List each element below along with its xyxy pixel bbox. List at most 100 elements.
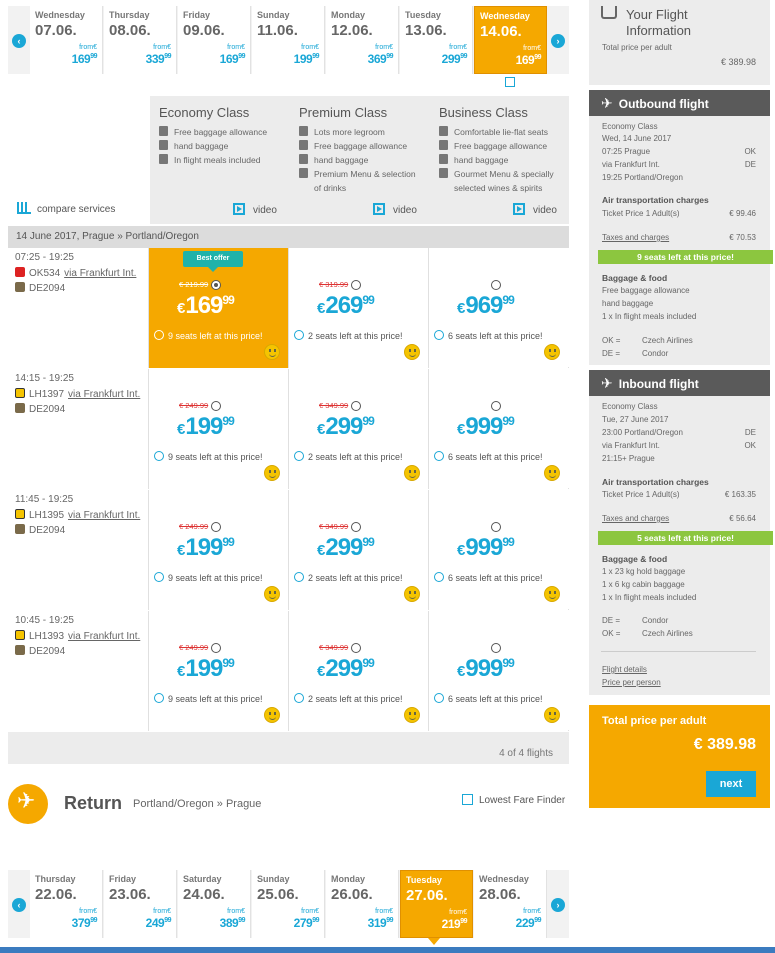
fare-price: €19999 <box>177 534 235 561</box>
sidebar-price: € 389.98 <box>720 57 756 67</box>
date-option[interactable]: Sunday 11.06. from€ 19999 <box>252 6 325 74</box>
fare-radio[interactable] <box>351 280 361 290</box>
prev-date-button[interactable]: ‹ <box>12 34 26 48</box>
video-link[interactable]: video <box>513 203 557 216</box>
date-from-label: from€ <box>375 44 393 51</box>
date-option[interactable]: Friday 09.06. from€ 16999 <box>178 6 251 74</box>
smiley-icon <box>544 707 560 723</box>
fare-radio[interactable] <box>491 280 501 290</box>
fare-option[interactable]: € 349.99 €29999 2 seats left at this price… <box>288 611 428 731</box>
date-weekday: Friday <box>183 10 211 20</box>
video-link[interactable]: video <box>233 203 277 216</box>
date-option[interactable]: Saturday 24.06. from€ 38999 <box>178 870 251 938</box>
outbound-bag-2: hand baggage <box>602 299 654 308</box>
fare-option[interactable]: € 319.99 €26999 2 seats left at this price… <box>288 248 428 368</box>
airline-logo-icon <box>15 403 25 413</box>
date-price: 19999 <box>293 52 320 66</box>
class-feature: Free baggage allowance <box>439 139 547 153</box>
date-option[interactable]: Monday 12.06. from€ 36999 <box>326 6 399 74</box>
old-price: € 219.99 <box>179 280 209 289</box>
airline-logo-icon <box>15 645 25 655</box>
old-price: € 249.99 <box>179 522 209 531</box>
fare-option[interactable]: € 249.99 €19999 9 seats left at this price… <box>148 369 288 489</box>
video-link[interactable]: video <box>373 203 417 216</box>
via-link[interactable]: via Frankfurt Int. <box>68 510 140 521</box>
inbound-carrier-2: OK = Czech Airlines <box>602 629 693 638</box>
date-price: 33999 <box>145 52 172 66</box>
flight-row: 10:45 - 19:25 LH1393 via Frankfurt Int. DE2… <box>8 611 569 731</box>
fare-price: €29999 <box>317 655 375 682</box>
fare-radio[interactable] <box>211 401 221 411</box>
via-link[interactable]: via Frankfurt Int. <box>64 268 136 279</box>
sidebar-title-2: Information <box>626 23 692 38</box>
date-option[interactable]: Sunday 25.06. from€ 27999 <box>252 870 325 938</box>
fare-option[interactable]: €99999 6 seats left at this price! <box>428 611 568 731</box>
fare-option[interactable]: € 249.99 €19999 9 seats left at this price… <box>148 611 288 731</box>
fare-radio[interactable] <box>491 643 501 653</box>
seats-left: 9 seats left at this price! <box>154 693 263 704</box>
date-option[interactable]: Wednesday 07.06. from€ 16999 <box>30 6 103 74</box>
date-from-label: from€ <box>523 908 541 915</box>
fare-radio[interactable] <box>351 401 361 411</box>
date-option[interactable]: Wednesday 28.06. from€ 22999 <box>474 870 547 938</box>
flight-counter: 4 of 4 flights <box>8 732 569 764</box>
lowest-fare-finder-link[interactable]: Lowest Fare Finder <box>462 794 565 806</box>
date-option[interactable]: Thursday 22.06. from€ 37999 <box>30 870 103 938</box>
fare-option[interactable]: € 349.99 €29999 2 seats left at this price… <box>288 369 428 489</box>
class-feature: selected wines & spirits <box>454 183 543 193</box>
fare-radio[interactable] <box>491 401 501 411</box>
fare-radio[interactable] <box>211 522 221 532</box>
next-button[interactable]: next <box>706 771 756 797</box>
feature-icon <box>439 154 448 164</box>
class-name: Economy Class <box>159 105 250 120</box>
fare-option[interactable]: € 349.99 €29999 2 seats left at this price… <box>288 490 428 610</box>
date-option[interactable]: Friday 23.06. from€ 24999 <box>104 870 177 938</box>
feature-icon <box>159 140 168 150</box>
fare-radio[interactable] <box>351 522 361 532</box>
class-feature: Comfortable lie-flat seats <box>439 125 548 139</box>
via-link[interactable]: via Frankfurt Int. <box>68 631 140 642</box>
fare-option[interactable]: €99999 6 seats left at this price! <box>428 490 568 610</box>
sidebar-title: Your Flight <box>626 7 688 22</box>
fare-radio[interactable] <box>491 522 501 532</box>
seats-left: 6 seats left at this price! <box>434 572 543 583</box>
flight-number-1: LH1397 via Frankfurt Int. <box>15 388 140 400</box>
inbound-line-3: 21:15+ Prague <box>602 454 655 463</box>
class-feature: of drinks <box>314 183 347 193</box>
clock-icon <box>434 451 444 461</box>
date-option[interactable]: Wednesday 14.06. from€ 16999 <box>474 6 547 74</box>
date-option[interactable]: Tuesday 27.06. from€ 21999 <box>400 870 473 938</box>
date-option[interactable]: Thursday 08.06. from€ 33999 <box>104 6 177 74</box>
feature-icon <box>439 140 448 150</box>
date-value: 08.06. <box>109 22 151 39</box>
outbound-date: Wed, 14 June 2017 <box>602 134 672 143</box>
fare-option[interactable]: € 249.99 €19999 9 seats left at this price… <box>148 490 288 610</box>
class-feature: Free baggage allowance <box>299 139 407 153</box>
old-price: € 319.99 <box>319 280 349 289</box>
fare-price: €16999 <box>177 292 235 319</box>
next-return-date-button[interactable]: › <box>551 898 565 912</box>
compare-services-link[interactable]: compare services <box>17 202 115 215</box>
price-per-person-link[interactable]: Price per person <box>602 678 756 687</box>
seats-left: 2 seats left at this price! <box>294 330 403 341</box>
via-link[interactable]: via Frankfurt Int. <box>68 389 140 400</box>
prev-return-date-button[interactable]: ‹ <box>12 898 26 912</box>
play-icon <box>233 203 245 215</box>
flight-details-link[interactable]: Flight details <box>602 665 756 674</box>
date-option[interactable]: Monday 26.06. from€ 31999 <box>326 870 399 938</box>
fare-radio[interactable] <box>211 643 221 653</box>
feature-icon <box>299 168 308 178</box>
date-option[interactable]: Tuesday 13.06. from€ 29999 <box>400 6 473 74</box>
next-date-button[interactable]: › <box>551 34 565 48</box>
smiley-icon <box>404 344 420 360</box>
cart-icon <box>601 6 617 19</box>
fare-option[interactable]: €99999 6 seats left at this price! <box>428 369 568 489</box>
fare-option[interactable]: €96999 6 seats left at this price! <box>428 248 568 368</box>
flight-number-2: DE2094 <box>15 282 65 294</box>
class-feature: Gourmet Menu & specially <box>439 167 554 181</box>
date-price: 31999 <box>367 916 394 930</box>
fare-radio[interactable] <box>211 280 221 290</box>
outbound-header: ✈ Outbound flight <box>589 90 770 116</box>
fare-radio[interactable] <box>351 643 361 653</box>
date-from-label: from€ <box>79 44 97 51</box>
